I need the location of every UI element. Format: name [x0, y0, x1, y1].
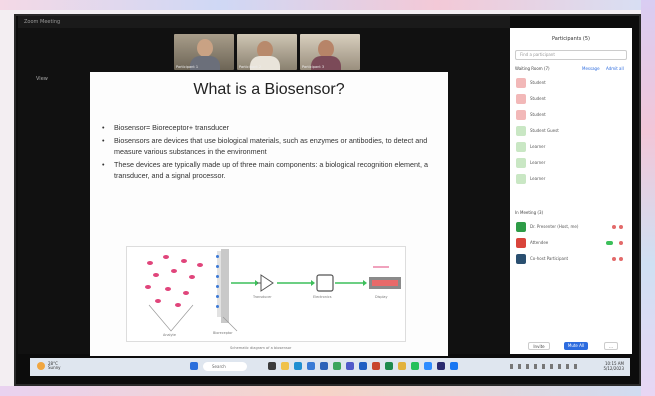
taskbar: 28°C Sunny Search 10:15 AM 5/12/2023: [30, 358, 630, 376]
weather-desc: Sunny: [48, 365, 61, 370]
in-meeting-header[interactable]: In Meeting (3): [515, 210, 543, 215]
bullet-item: Biosensor= Bioreceptor+ transducer: [102, 122, 432, 133]
participant-name: Learner: [530, 160, 546, 165]
panel-title: Participants (5): [551, 36, 591, 42]
diagram-caption: Transducer: [253, 295, 272, 299]
mute-all-button[interactable]: Mute All: [564, 342, 588, 350]
diagram-caption: Electronics: [313, 295, 332, 299]
clock[interactable]: 10:15 AM 5/12/2023: [590, 361, 624, 371]
biosensor-diagram: Analyte Bioreceptor Transducer Electroni…: [126, 246, 406, 342]
video-off-icon[interactable]: [619, 241, 623, 245]
window-title: Zoom Meeting: [24, 19, 61, 25]
background-stripe: [0, 386, 655, 396]
diagram-caption: Analyte: [163, 333, 176, 337]
slide-bullets: Biosensor= Bioreceptor+ transducer Biose…: [102, 122, 432, 183]
participant-name: Student Guest: [530, 128, 559, 133]
avatar: [516, 142, 526, 152]
diagram-caption: Bioreceptor: [213, 331, 233, 335]
weather-icon[interactable]: [37, 362, 45, 370]
microphone-icon[interactable]: [612, 257, 616, 261]
word-icon[interactable]: [359, 362, 367, 370]
avatar: [516, 110, 526, 120]
excel-icon[interactable]: [385, 362, 393, 370]
tray-icons[interactable]: [510, 364, 580, 369]
window-titlebar: Zoom Meeting: [18, 16, 510, 28]
edge-icon[interactable]: [294, 362, 302, 370]
diagram-footer: Schematic diagram of a biosensor: [230, 346, 292, 350]
meeting-participant[interactable]: Dr. Presenter (Host, me): [516, 222, 626, 233]
participant-name: Learner: [530, 144, 546, 149]
waiting-participant[interactable]: Student: [516, 110, 626, 121]
microphone-icon[interactable]: [612, 225, 616, 229]
store-icon[interactable]: [307, 362, 315, 370]
chrome-icon[interactable]: [398, 362, 406, 370]
avatar: [516, 174, 526, 184]
participant-name: Student: [530, 96, 546, 101]
meeting-participant[interactable]: Co-host Participant: [516, 254, 626, 265]
start-icon[interactable]: [190, 362, 198, 370]
avatar: [516, 126, 526, 136]
participant-name: Attendee: [530, 240, 549, 245]
powerpoint-icon[interactable]: [372, 362, 380, 370]
taskbar-search[interactable]: Search: [203, 362, 247, 371]
waiting-room-header[interactable]: Waiting Room (7): [515, 66, 550, 71]
video-off-icon[interactable]: [619, 257, 623, 261]
weather-widget[interactable]: 28°C Sunny: [48, 362, 61, 370]
participant-name: Co-host Participant: [530, 256, 569, 261]
message-link[interactable]: Message: [582, 66, 600, 71]
participant-name: Learner: [530, 176, 546, 181]
task-view-icon[interactable]: [268, 362, 276, 370]
avatar: [516, 238, 526, 248]
participant-name: Student: [530, 112, 546, 117]
view-button[interactable]: View: [36, 76, 48, 82]
bullet-item: These devices are typically made up of t…: [102, 159, 432, 181]
video-thumbnail[interactable]: Participant 3: [300, 34, 360, 70]
microphone-icon[interactable]: [606, 241, 613, 245]
app-icon[interactable]: [437, 362, 445, 370]
photos-icon[interactable]: [333, 362, 341, 370]
more-options-button[interactable]: ...: [604, 342, 618, 350]
app-icon[interactable]: [450, 362, 458, 370]
participant-name: Dr. Presenter (Host, me): [530, 224, 579, 229]
teams-icon[interactable]: [346, 362, 354, 370]
video-thumbnail[interactable]: Participant 1: [174, 34, 234, 70]
file-explorer-icon[interactable]: [281, 362, 289, 370]
diagram-caption: Display: [375, 295, 388, 299]
zoom-icon[interactable]: [424, 362, 432, 370]
participant-name: Participant 2: [239, 65, 262, 69]
waiting-participant[interactable]: Learner: [516, 174, 626, 185]
whatsapp-icon[interactable]: [411, 362, 419, 370]
background-stripe: [641, 0, 655, 396]
background-stripe: [0, 0, 655, 10]
waiting-participant[interactable]: Student: [516, 78, 626, 89]
waiting-participant[interactable]: Learner: [516, 158, 626, 169]
shared-slide: What is a Biosensor? Biosensor= Biorecep…: [90, 72, 448, 356]
participant-name: Student: [530, 80, 546, 85]
meeting-participant[interactable]: Attendee: [516, 238, 626, 249]
avatar: [516, 254, 526, 264]
avatar: [516, 222, 526, 232]
waiting-participant[interactable]: Student: [516, 94, 626, 105]
admit-all-link[interactable]: Admit all: [606, 66, 624, 71]
invite-button[interactable]: Invite: [528, 342, 550, 350]
participant-search-input[interactable]: Find a participant: [515, 50, 627, 60]
clock-date: 5/12/2023: [603, 366, 624, 371]
mail-icon[interactable]: [320, 362, 328, 370]
participant-name: Participant 3: [302, 65, 325, 69]
waiting-participant[interactable]: Student Guest: [516, 126, 626, 137]
avatar: [516, 94, 526, 104]
avatar: [516, 158, 526, 168]
bullet-item: Biosensors are devices that use biologic…: [102, 135, 432, 157]
participant-name: Participant 1: [176, 65, 199, 69]
video-thumbnail[interactable]: Participant 2: [237, 34, 297, 70]
waiting-participant[interactable]: Learner: [516, 142, 626, 153]
video-off-icon[interactable]: [619, 225, 623, 229]
slide-title: What is a Biosensor?: [193, 81, 345, 98]
avatar: [516, 78, 526, 88]
participants-panel: Participants (5) Find a participant Wait…: [510, 28, 632, 354]
